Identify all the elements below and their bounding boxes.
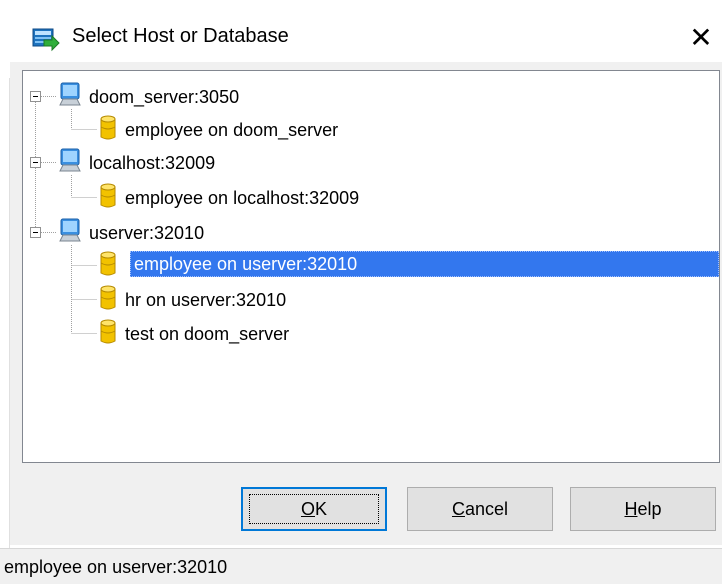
database-label: hr on userver:32010 bbox=[125, 290, 287, 310]
database-label: employee on localhost:32009 bbox=[125, 188, 360, 208]
collapse-toggle-localhost[interactable] bbox=[30, 157, 41, 168]
database-icon bbox=[100, 285, 116, 310]
close-button[interactable]: ✕ bbox=[680, 14, 722, 62]
collapse-toggle-doom-server[interactable] bbox=[30, 91, 41, 102]
database-label: employee on userver:32010 bbox=[130, 251, 719, 277]
collapse-toggle-userver[interactable] bbox=[30, 227, 41, 238]
host-label: userver:32010 bbox=[89, 223, 205, 243]
help-button-label: Help bbox=[624, 499, 662, 519]
ok-button[interactable]: OK bbox=[241, 487, 387, 531]
database-icon bbox=[100, 319, 116, 344]
select-database-app-icon bbox=[32, 28, 60, 52]
cancel-button[interactable]: Cancel bbox=[407, 487, 553, 531]
host-label: doom_server:3050 bbox=[89, 87, 240, 107]
host-database-tree[interactable]: doom_server:3050 employee on doom_server… bbox=[22, 70, 720, 463]
ok-button-label: OK bbox=[300, 499, 328, 519]
cancel-button-label: Cancel bbox=[451, 499, 509, 519]
computer-icon bbox=[59, 218, 81, 242]
window-title: Select Host or Database bbox=[72, 25, 289, 47]
database-icon bbox=[100, 183, 116, 208]
computer-icon bbox=[59, 82, 81, 106]
status-bar: employee on userver:32010 bbox=[0, 548, 722, 584]
status-text: employee on userver:32010 bbox=[4, 557, 228, 577]
tree-node-database-selected[interactable]: employee on userver:32010 bbox=[99, 249, 719, 281]
database-label: employee on doom_server bbox=[125, 120, 339, 140]
computer-icon bbox=[59, 148, 81, 172]
database-label: test on doom_server bbox=[125, 324, 290, 344]
database-icon bbox=[100, 115, 116, 140]
help-button[interactable]: Help bbox=[570, 487, 716, 531]
database-icon bbox=[100, 251, 116, 276]
host-label: localhost:32009 bbox=[89, 153, 216, 173]
close-icon: ✕ bbox=[689, 21, 713, 54]
